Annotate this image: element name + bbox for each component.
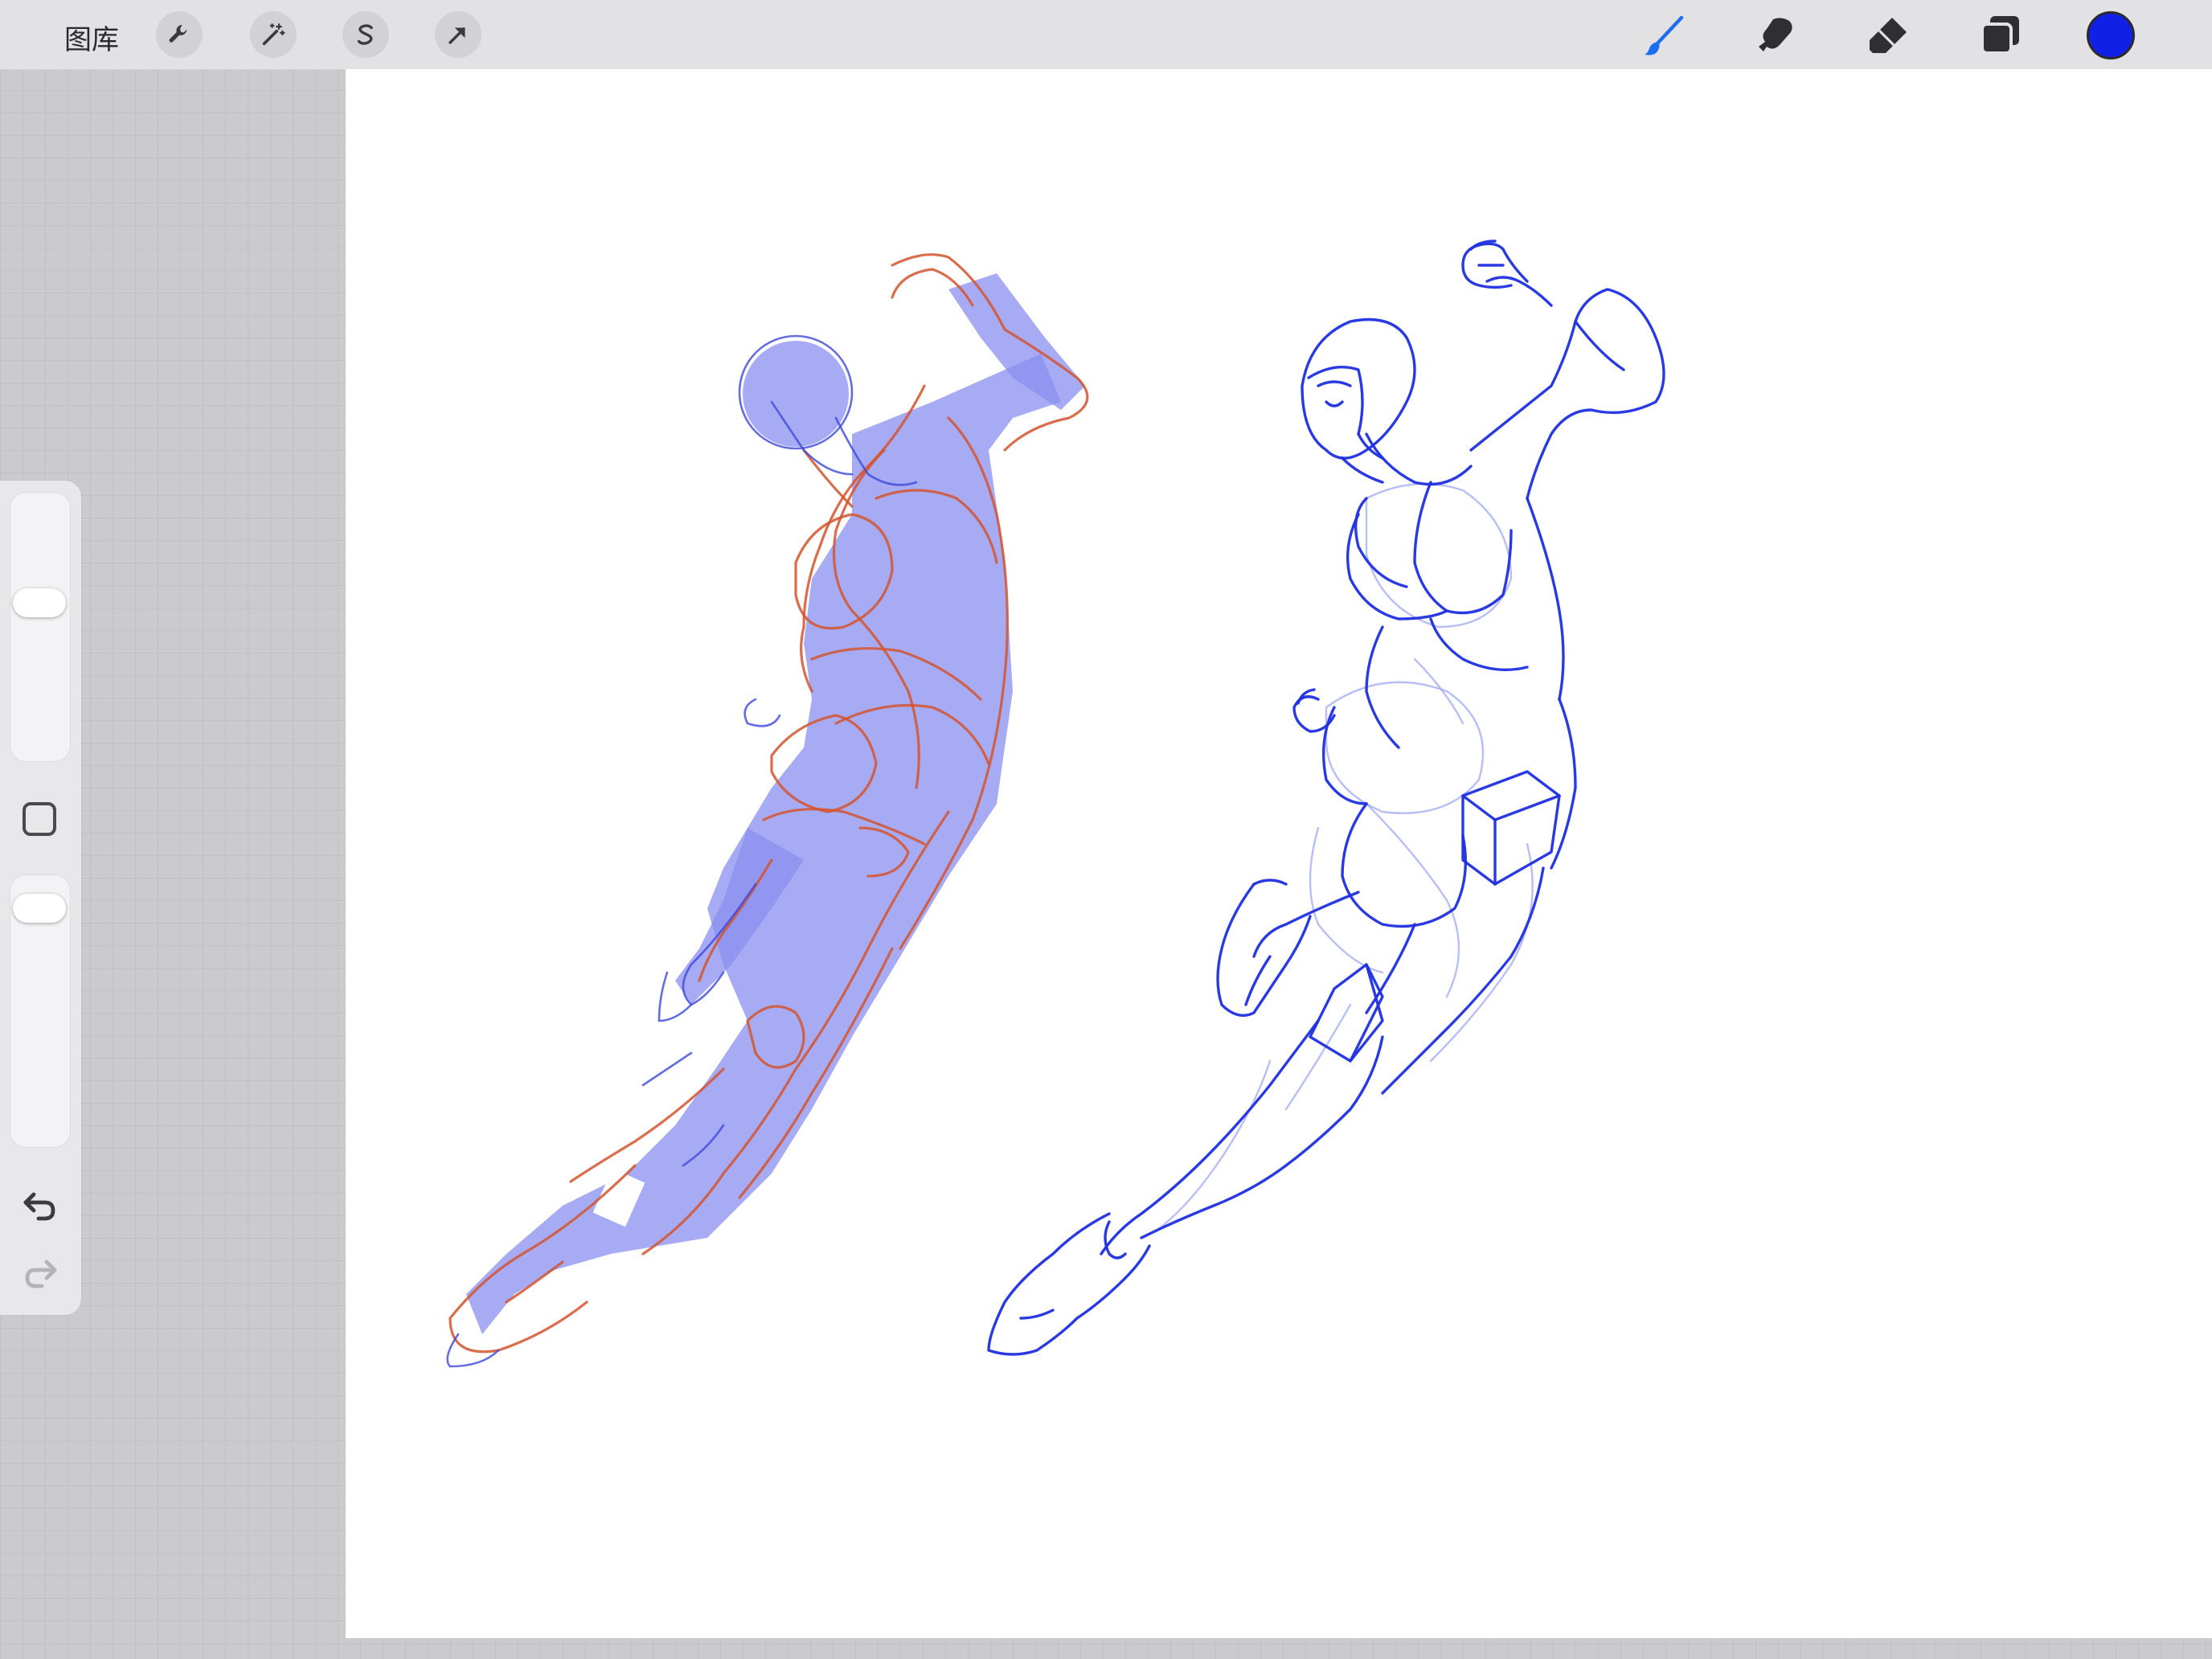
brush-size-slider[interactable] <box>10 492 71 762</box>
actions-button[interactable] <box>156 11 203 58</box>
magic-wand-icon <box>262 23 285 46</box>
brush-tool-button[interactable] <box>1640 11 1688 59</box>
brush-icon <box>1645 15 1684 55</box>
eraser-tool-button[interactable] <box>1865 11 1913 59</box>
figure-sketch-left <box>446 253 1089 1368</box>
layers-tool-button[interactable] <box>1976 11 2024 59</box>
undo-icon <box>23 1192 55 1221</box>
opacity-thumb[interactable] <box>13 894 66 924</box>
brush-size-thumb[interactable] <box>13 588 66 617</box>
undo-button[interactable] <box>19 1185 61 1227</box>
wrench-icon <box>169 24 187 43</box>
layers-icon <box>1981 16 2019 55</box>
transform-button[interactable] <box>435 11 481 58</box>
artwork[interactable] <box>346 69 2212 1638</box>
figure-sketch-right <box>987 240 1665 1356</box>
eraser-icon <box>1870 18 1907 53</box>
sidebar <box>0 481 81 1315</box>
gallery-button[interactable]: 图库 <box>64 18 119 57</box>
adjustments-button[interactable] <box>250 11 297 58</box>
selection-button[interactable] <box>342 11 389 58</box>
redo-button[interactable] <box>19 1252 61 1294</box>
top-toolbar: 图库 <box>0 0 2212 70</box>
color-picker-button[interactable] <box>2087 11 2135 59</box>
smudge-tool-button[interactable] <box>1752 11 1800 59</box>
selection-s-icon <box>357 24 373 45</box>
arrow-cursor-icon <box>449 27 465 44</box>
smudge-icon <box>1759 18 1792 51</box>
drawing-canvas[interactable] <box>346 69 2212 1638</box>
modify-button[interactable] <box>23 802 56 836</box>
redo-icon <box>25 1260 57 1288</box>
